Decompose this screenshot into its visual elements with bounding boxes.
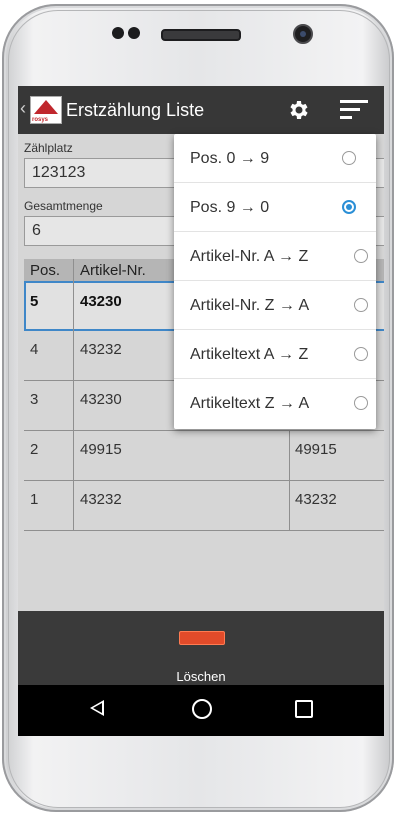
settings-button[interactable] [284,96,312,124]
sort-option-artikel-nr-asc[interactable]: Artikel-Nr. A → Z [174,232,376,281]
sensor-dot [128,27,140,39]
sensor-dot [112,27,124,39]
zaehlplatz-label: Zählplatz [24,141,73,155]
cell-pos: 2 [30,441,39,458]
gear-icon [290,101,308,119]
sort-button[interactable] [340,98,370,122]
radio-button[interactable] [354,249,368,263]
table-row[interactable]: 1 43232 43232 [24,481,384,531]
back-chevron-icon[interactable]: ‹ [20,98,26,119]
cell-pos: 4 [30,341,39,358]
cell-artikel-nr: 43230 [80,391,122,408]
column-divider [73,259,74,531]
app-logo: rosys [30,96,62,124]
radio-button[interactable] [354,298,368,312]
nav-home-icon[interactable] [192,699,212,719]
nav-back-icon[interactable] [90,700,104,716]
gesamtmenge-label: Gesamtmenge [24,199,103,213]
radio-button[interactable] [354,396,368,410]
cell-extra: 43232 [295,491,337,508]
table-row[interactable]: 2 49915 49915 [24,431,384,481]
radio-button-checked[interactable] [342,200,356,214]
bottom-action-bar: Löschen [18,611,384,685]
sort-option-pos-desc[interactable]: Pos. 9 → 0 [174,183,376,232]
cell-artikel-nr: 43230 [80,293,122,310]
delete-icon[interactable] [179,631,225,645]
cell-pos: 1 [30,491,39,508]
sort-option-artikeltext-asc[interactable]: Artikeltext A → Z [174,330,376,379]
column-header-pos[interactable]: Pos. [30,262,60,279]
cell-artikel-nr: 49915 [80,441,122,458]
cell-extra: 49915 [295,441,337,458]
cell-artikel-nr: 43232 [80,491,122,508]
earpiece-speaker [161,29,241,41]
nav-recents-icon[interactable] [295,700,313,718]
sort-option-artikeltext-desc[interactable]: Artikeltext Z → A [174,379,376,428]
radio-button[interactable] [354,347,368,361]
cell-pos: 5 [30,293,39,310]
front-camera [293,24,313,44]
radio-button[interactable] [342,151,356,165]
page-title: Erstzählung Liste [66,100,205,120]
column-header-artikel-nr[interactable]: Artikel-Nr. [80,262,146,279]
sort-menu: Pos. 0 → 9 Pos. 9 → 0 Artikel-Nr. A → Z … [174,134,376,429]
column-divider [289,431,290,531]
sort-option-pos-asc[interactable]: Pos. 0 → 9 [174,134,376,183]
cell-artikel-nr: 43232 [80,341,122,358]
screen: ‹ rosys Erstzählung Liste Zählplatz 1 2 3 1… [18,86,384,736]
system-nav-bar [18,685,384,736]
cell-pos: 3 [30,391,39,408]
delete-button-label[interactable]: Löschen [18,669,384,684]
app-bar: ‹ rosys Erstzählung Liste [18,86,384,134]
sort-option-artikel-nr-desc[interactable]: Artikel-Nr. Z → A [174,281,376,330]
